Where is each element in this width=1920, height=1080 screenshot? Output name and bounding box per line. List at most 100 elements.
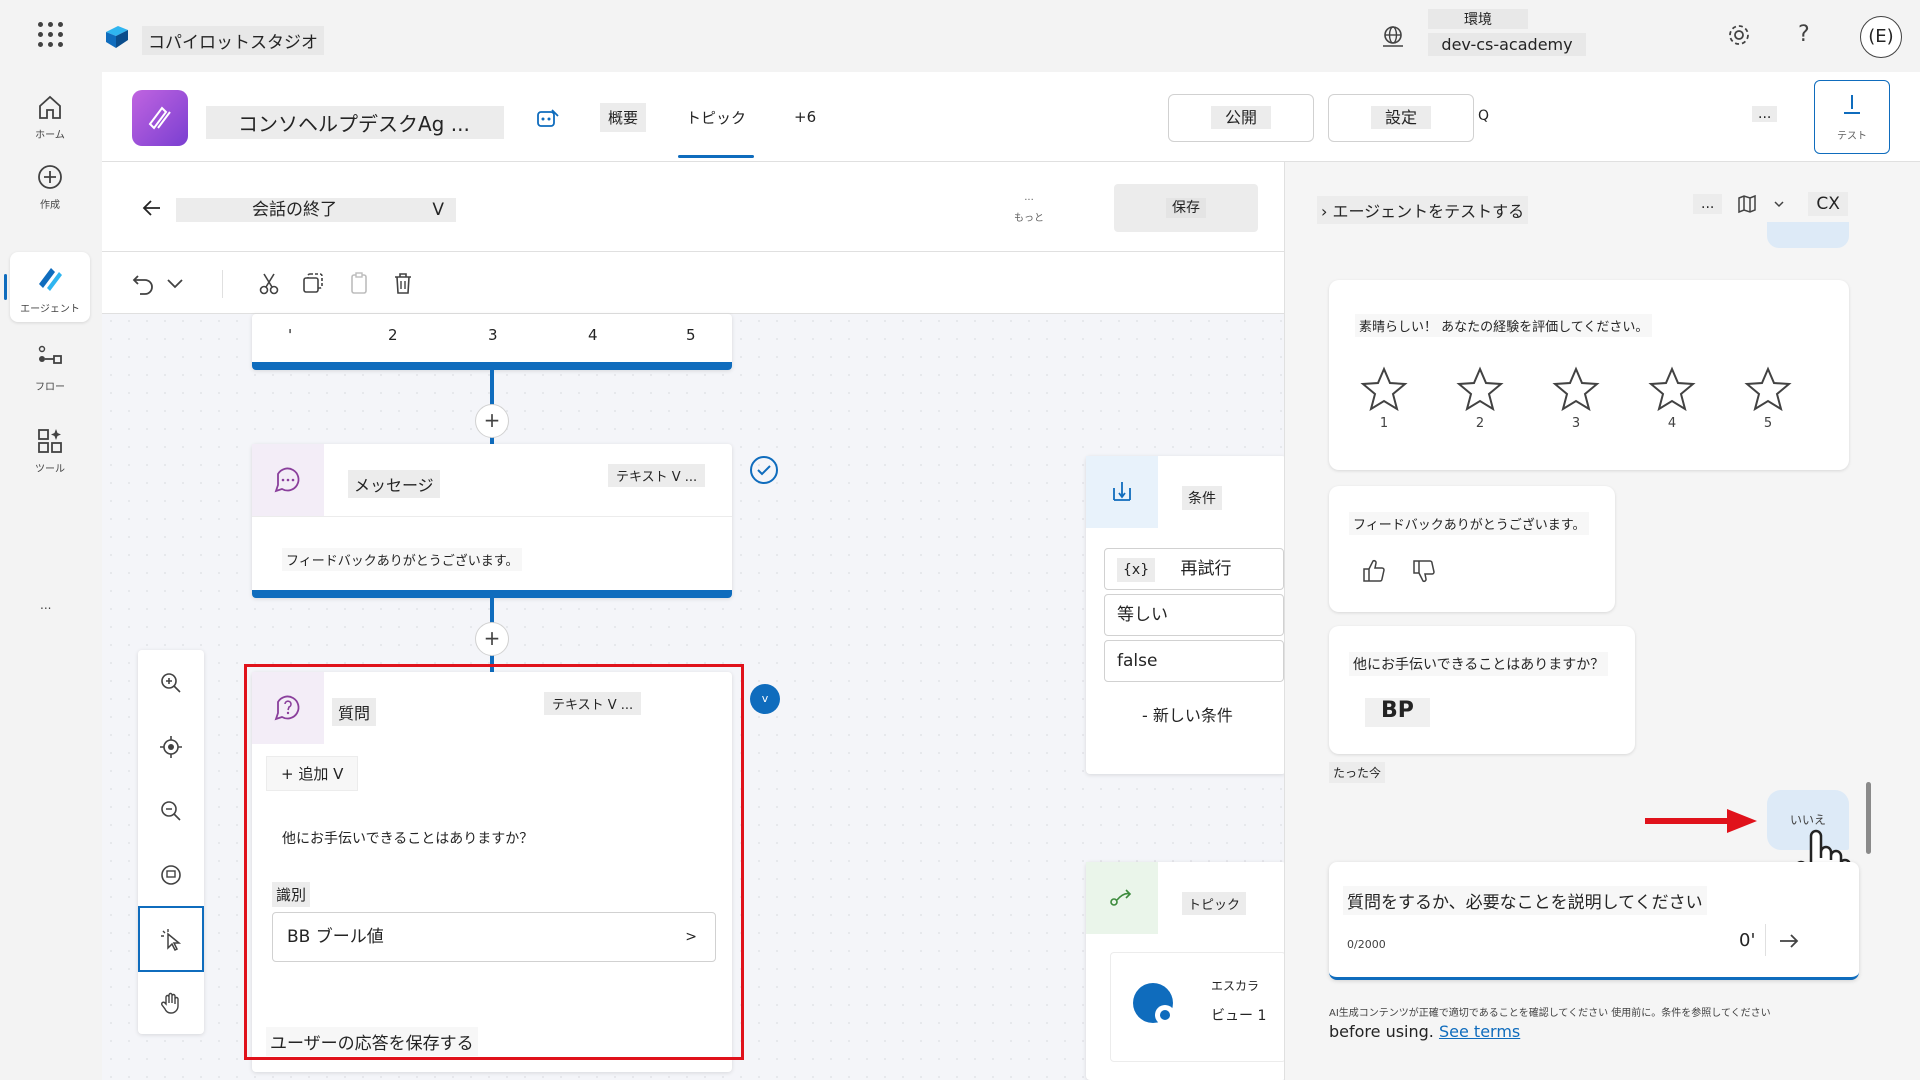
nav-more-button[interactable]: ... xyxy=(40,598,51,612)
rating-number: 2 xyxy=(388,326,398,344)
zoom-in-icon xyxy=(161,673,181,693)
star-option[interactable]: 3 xyxy=(1551,366,1601,431)
tab-topics[interactable]: トピック xyxy=(678,103,755,158)
home-icon xyxy=(39,95,61,119)
condition-node[interactable]: 条件 {x} 再試行 等しい false - 新しい条件 xyxy=(1086,456,1284,774)
create-icon xyxy=(38,165,62,189)
char-count: 0/2000 xyxy=(1347,938,1386,951)
cut-icon[interactable] xyxy=(256,270,282,296)
pan-tool-button[interactable] xyxy=(138,970,204,1036)
publish-button[interactable]: 公開 xyxy=(1168,94,1314,142)
nav-item-create[interactable]: 作成 xyxy=(10,152,90,222)
undo-icon[interactable] xyxy=(130,270,156,296)
paste-icon[interactable] xyxy=(346,270,372,296)
environment-selector[interactable]: dev-cs-academy xyxy=(1428,33,1586,56)
settings-button[interactable]: 設定 xyxy=(1328,94,1474,142)
thumbs-down-icon[interactable] xyxy=(1411,558,1437,584)
send-icon[interactable] xyxy=(1777,930,1801,952)
star-icon xyxy=(1456,366,1504,412)
test-agent-panel: › エージェントをテストする ... CX 素晴らしい！ あなたの経験を評価して… xyxy=(1284,162,1920,1080)
environment-globe-icon[interactable] xyxy=(1380,24,1406,50)
question-badge[interactable]: v xyxy=(750,684,780,714)
select-tool-button[interactable] xyxy=(138,906,204,972)
star-value: 1 xyxy=(1379,416,1389,431)
test-button[interactable]: テスト xyxy=(1814,80,1890,154)
agent-name[interactable]: コンソヘルプデスクAg ... xyxy=(206,106,504,139)
node-accent-bar xyxy=(252,590,732,598)
recenter-button[interactable] xyxy=(138,714,204,780)
test-icon xyxy=(1844,95,1860,114)
chat-input[interactable]: 質問をするか、必要なことを説明してください xyxy=(1343,886,1707,915)
delete-icon[interactable] xyxy=(390,270,416,296)
star-option[interactable]: 5 xyxy=(1743,366,1793,431)
condition-variable: 再試行 xyxy=(1180,559,1232,579)
topic-node-icon-box xyxy=(1086,862,1158,934)
message-node-title: メッセージ xyxy=(348,470,440,498)
rating-node[interactable]: ' 2 3 4 5 xyxy=(252,314,732,370)
tab-more[interactable]: +6 xyxy=(786,104,824,130)
add-node-button[interactable]: + xyxy=(475,622,509,656)
environment-label: 環境 xyxy=(1428,9,1528,29)
message-text[interactable]: フィードバックありがとうございます。 xyxy=(282,548,523,571)
more-dots: ... xyxy=(1024,192,1034,203)
zoom-out-button[interactable] xyxy=(138,778,204,844)
hand-icon xyxy=(161,992,179,1014)
escalate-topic-card[interactable]: エスカラ ビュー 1 xyxy=(1110,952,1284,1062)
condition-variable-field[interactable]: {x} 再試行 xyxy=(1104,548,1284,590)
add-node-button[interactable]: + xyxy=(475,404,509,438)
map-icon[interactable] xyxy=(1736,193,1758,215)
nav-item-agents[interactable]: エージェント xyxy=(4,252,90,322)
nav-item-flows[interactable]: フロー xyxy=(10,334,90,404)
see-terms-link[interactable]: See terms xyxy=(1439,1022,1520,1041)
topic-name-selector[interactable]: 会話の終了 V xyxy=(176,198,456,222)
message-node[interactable]: メッセージ テキスト V ... フィードバックありがとうございます。 xyxy=(252,444,732,598)
editor-toolbar xyxy=(102,252,1284,314)
chat-scrollbar[interactable] xyxy=(1866,782,1871,854)
chevron-down-icon[interactable] xyxy=(162,270,188,296)
test-label: テスト xyxy=(1837,131,1867,142)
save-label: 保存 xyxy=(1166,198,1206,218)
settings-gear-icon[interactable] xyxy=(1726,22,1752,48)
question-card-text: 他にお手伝いできることはありますか？ xyxy=(1349,652,1609,676)
chat-input-box[interactable]: 質問をするか、必要なことを説明してください 0/2000 0' xyxy=(1329,862,1859,980)
thanks-card-text: フィードバックありがとうございます。 xyxy=(1349,512,1590,535)
close-test-panel-button[interactable]: CX xyxy=(1808,192,1848,216)
header-more-button[interactable]: ... xyxy=(1752,106,1778,122)
condition-value-field[interactable]: false xyxy=(1104,640,1284,682)
attach-icon[interactable]: 0' xyxy=(1739,930,1755,951)
condition-operator-field[interactable]: 等しい xyxy=(1104,594,1284,636)
select-pointer-icon xyxy=(161,929,182,952)
search-icon[interactable]: Q xyxy=(1478,108,1489,124)
topic-redirect-node[interactable]: トピック エスカラ ビュー 1 xyxy=(1086,862,1284,1080)
rating-number: 3 xyxy=(488,326,498,344)
agent-header: コンソヘルプデスクAg ... 概要 トピック +6 Q 公開 設定 ... テ… xyxy=(102,72,1920,162)
help-icon[interactable]: ? xyxy=(1798,22,1810,47)
message-type-selector[interactable]: テキスト V ... xyxy=(608,464,706,487)
chevron-down-icon[interactable] xyxy=(1772,197,1786,211)
app-launcher-icon[interactable] xyxy=(38,22,64,48)
back-arrow-icon[interactable] xyxy=(140,196,164,220)
topic-node-title: トピック xyxy=(1182,892,1247,915)
highlight-box xyxy=(244,664,744,1060)
minimap-button[interactable] xyxy=(138,842,204,908)
save-button[interactable]: 保存 xyxy=(1114,184,1258,232)
zoom-in-button[interactable] xyxy=(138,650,204,716)
agent-edit-icon[interactable] xyxy=(532,102,562,132)
star-option[interactable]: 4 xyxy=(1647,366,1697,431)
copy-icon[interactable] xyxy=(300,270,326,296)
star-option[interactable]: 1 xyxy=(1359,366,1409,431)
test-more-button[interactable]: ... xyxy=(1693,194,1723,214)
thumbs-up-icon[interactable] xyxy=(1361,558,1387,584)
new-condition-button[interactable]: - 新しい条件 xyxy=(1142,702,1233,726)
nav-item-tools[interactable]: ツール xyxy=(10,416,90,486)
topic-more-button[interactable]: ... もっと xyxy=(1014,192,1044,224)
star-option[interactable]: 2 xyxy=(1455,366,1505,431)
account-avatar[interactable]: (E) xyxy=(1860,16,1902,58)
tab-overview[interactable]: 概要 xyxy=(600,102,647,132)
nav-item-home[interactable]: ホーム xyxy=(10,82,90,152)
nav-label-agents: エージェント xyxy=(20,304,80,315)
boolean-choice[interactable]: BP xyxy=(1365,698,1430,727)
minimap-icon xyxy=(161,865,181,885)
star-value: 2 xyxy=(1475,416,1485,431)
star-value: 4 xyxy=(1667,416,1677,431)
